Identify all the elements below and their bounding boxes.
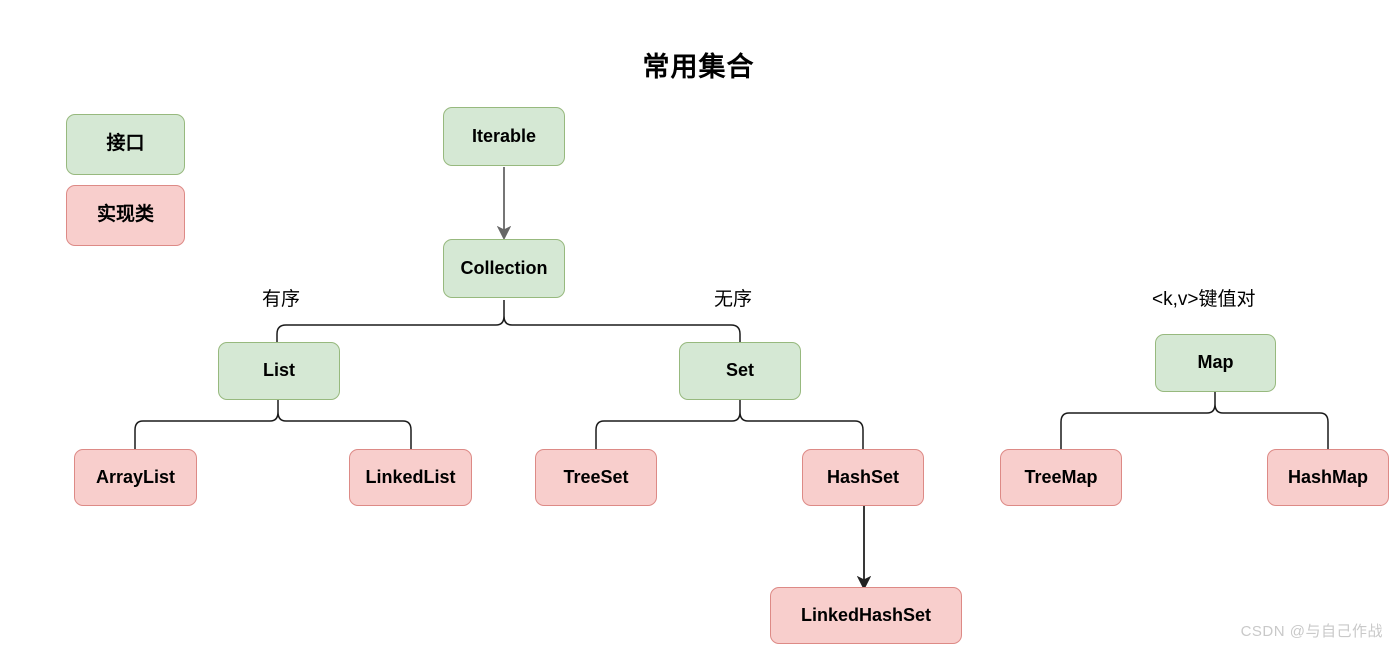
node-map-label: Map (1197, 352, 1234, 373)
legend-interface-label: 接口 (106, 133, 145, 155)
brace-collection (276, 300, 741, 342)
node-arraylist-label: ArrayList (95, 466, 176, 487)
node-linkedhashset[interactable]: LinkedHashSet (770, 587, 962, 644)
node-hashset-label: HashSet (826, 466, 900, 487)
legend-implementation-box: 实现类 (66, 185, 185, 246)
edge-label-keyvalue: <k,v>键值对 (1152, 289, 1256, 310)
node-list-label: List (262, 360, 295, 381)
node-linkedhashset-label: LinkedHashSet (800, 604, 932, 625)
legend-interface-box: 接口 (66, 114, 185, 175)
brace-set (595, 400, 864, 449)
node-hashmap[interactable]: HashMap (1267, 449, 1389, 506)
node-set[interactable]: Set (679, 342, 801, 400)
edge-label-ordered: 有序 (262, 289, 301, 310)
node-list[interactable]: List (218, 342, 340, 400)
legend-implementation-label: 实现类 (96, 204, 154, 226)
node-set-label: Set (725, 360, 754, 381)
connector-layer (134, 167, 1329, 591)
brace-list (134, 400, 412, 449)
node-linkedlist-label: LinkedList (365, 466, 456, 487)
edge-label-unordered: 无序 (714, 289, 753, 310)
node-hashmap-label: HashMap (1287, 466, 1368, 487)
node-treemap[interactable]: TreeMap (1000, 449, 1122, 506)
node-treemap-label: TreeMap (1024, 466, 1098, 487)
node-treeset[interactable]: TreeSet (535, 449, 657, 506)
node-collection[interactable]: Collection (443, 239, 565, 298)
node-treeset-label: TreeSet (563, 466, 629, 487)
node-collection-label: Collection (460, 257, 548, 278)
node-iterable[interactable]: Iterable (443, 107, 565, 166)
node-arraylist[interactable]: ArrayList (74, 449, 197, 506)
node-map[interactable]: Map (1155, 334, 1276, 392)
diagram-canvas: 常用集合 接口 实现类 Iterable Collection List Set… (0, 0, 1397, 653)
brace-map (1060, 392, 1329, 449)
watermark: CSDN @与自己作战 (1240, 623, 1383, 640)
node-iterable-label: Iterable (471, 125, 537, 146)
node-hashset[interactable]: HashSet (802, 449, 924, 506)
page-title: 常用集合 (642, 52, 755, 82)
node-linkedlist[interactable]: LinkedList (349, 449, 472, 506)
